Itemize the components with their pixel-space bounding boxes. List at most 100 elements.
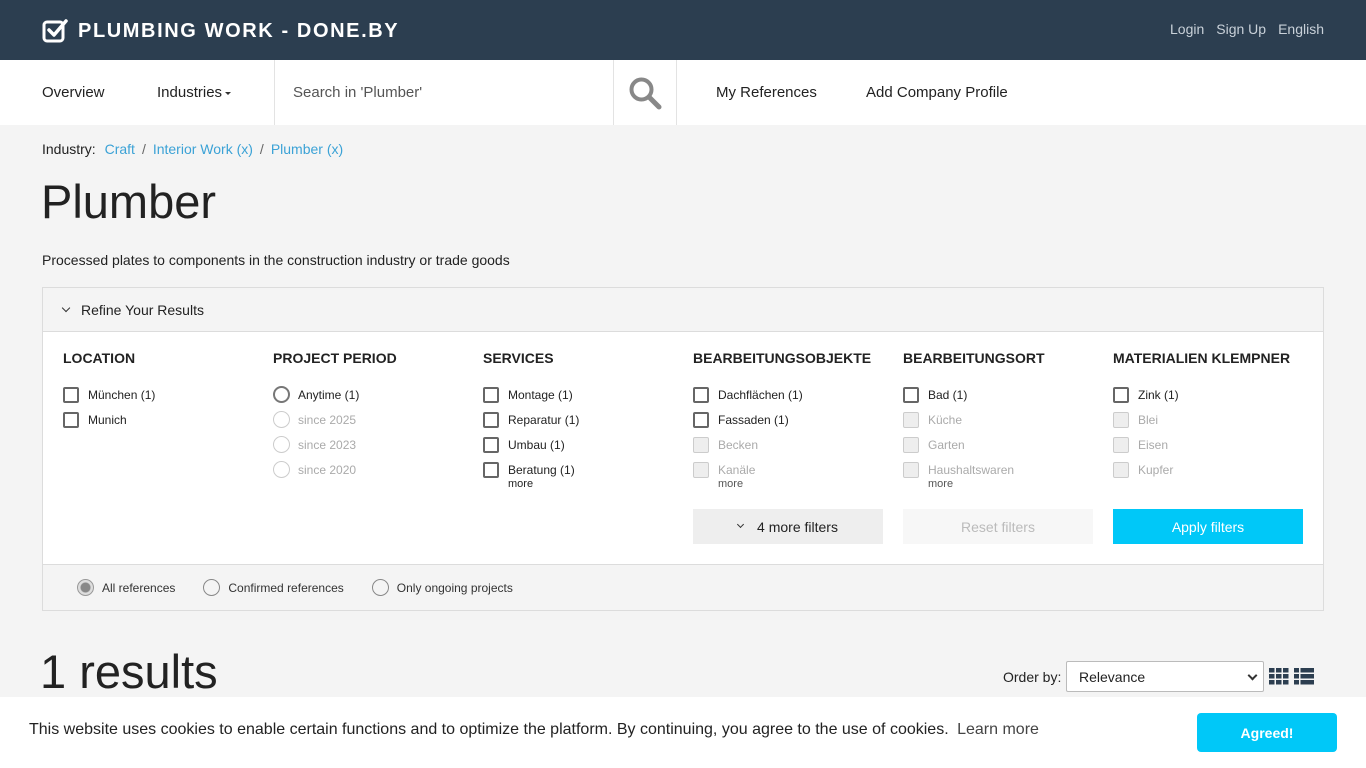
filter-option: since 2020 [273, 457, 463, 482]
filter-option[interactable]: München (1) [63, 382, 253, 407]
breadcrumb-plumber[interactable]: Plumber (x) [271, 141, 343, 157]
check-square-icon [42, 19, 68, 43]
checkbox[interactable] [693, 411, 709, 428]
filter-option: Blei [1113, 407, 1303, 432]
reference-option-all[interactable]: All references [77, 579, 175, 596]
more-link[interactable]: more [718, 478, 883, 490]
filter-bearbeitungsobjekte: BEARBEITUNGSOBJEKTE Dachflächen (1) Fass… [693, 350, 883, 490]
checkbox[interactable] [483, 386, 499, 403]
chevron-down-icon [61, 303, 71, 312]
breadcrumb: Industry: Craft / Interior Work (x) / Plumbe… [42, 141, 343, 157]
cookie-message: This website uses cookies to enable cert… [29, 721, 1039, 739]
option-label: Umbau (1) [508, 437, 565, 452]
search-input[interactable] [275, 60, 613, 125]
option-label: München (1) [88, 387, 156, 402]
checkbox[interactable] [1113, 386, 1129, 403]
checkbox[interactable] [903, 386, 919, 403]
checkbox [693, 436, 709, 453]
filter-title: LOCATION [63, 350, 136, 366]
filter-option[interactable]: Dachflächen (1) [693, 382, 883, 407]
more-link[interactable]: more [508, 478, 673, 490]
option-label: Zink (1) [1138, 387, 1179, 402]
checkbox[interactable] [693, 386, 709, 403]
breadcrumb-interior-work[interactable]: Interior Work (x) [153, 141, 253, 157]
option-label: Kupfer [1138, 462, 1174, 477]
checkbox [1113, 461, 1129, 478]
signup-link[interactable]: Sign Up [1216, 21, 1266, 37]
radio [273, 436, 290, 453]
radio[interactable] [371, 579, 389, 596]
option-label: since 2025 [298, 412, 357, 427]
option-label: since 2020 [298, 462, 357, 477]
order-select[interactable]: Relevance [1066, 661, 1264, 692]
checkbox[interactable] [483, 411, 499, 428]
option-label: Reparatur (1) [508, 412, 580, 427]
radio [273, 461, 290, 478]
learn-more-link[interactable]: Learn more [957, 721, 1039, 738]
page-description: Processed plates to components in the co… [42, 252, 510, 268]
filter-option: since 2023 [273, 432, 463, 457]
apply-filters-button[interactable]: Apply filters [1113, 509, 1303, 544]
checkbox [903, 411, 919, 428]
list-view-icon[interactable] [1294, 668, 1314, 685]
nav-industries[interactable]: Industries [157, 84, 232, 101]
checkbox [903, 436, 919, 453]
order-value: Relevance [1079, 668, 1146, 685]
filter-option[interactable]: Zink (1) [1113, 382, 1303, 407]
option-label: Garten [928, 437, 965, 452]
checkbox[interactable] [483, 436, 499, 453]
breadcrumb-label: Industry: [42, 141, 96, 157]
option-label: Only ongoing projects [396, 580, 513, 595]
breadcrumb-separator: / [141, 141, 146, 157]
nav-overview[interactable]: Overview [42, 84, 105, 101]
filter-option[interactable]: Bad (1) [903, 382, 1093, 407]
filter-bearbeitungsort: BEARBEITUNGSORT Bad (1) Küche Garten Hau… [903, 350, 1093, 490]
checkbox [693, 461, 709, 478]
filter-title: BEARBEITUNGSOBJEKTE [693, 350, 872, 366]
option-label: Confirmed references [228, 580, 344, 595]
filter-title: SERVICES [483, 350, 554, 366]
cookie-accept-button[interactable]: Agreed! [1197, 713, 1337, 752]
search-icon [629, 77, 662, 109]
more-filters-button[interactable]: 4 more filters [693, 509, 883, 544]
search-box [274, 60, 614, 125]
checkbox[interactable] [483, 461, 499, 478]
filter-location: LOCATION München (1) Munich [63, 350, 253, 432]
option-label: All references [102, 580, 176, 595]
radio[interactable] [203, 579, 221, 596]
checkbox[interactable] [63, 411, 79, 428]
nav-add-company[interactable]: Add Company Profile [866, 84, 1008, 101]
option-label: Kanäle [718, 462, 756, 477]
filter-services: SERVICES Montage (1) Reparatur (1) Umbau… [483, 350, 673, 490]
nav-industries-label: Industries [157, 84, 223, 101]
filter-option[interactable]: Fassaden (1) [693, 407, 883, 432]
filter-option[interactable]: Anytime (1) [273, 382, 463, 407]
more-link[interactable]: more [928, 478, 1093, 490]
reference-option-confirmed[interactable]: Confirmed references [203, 579, 344, 596]
search-button[interactable] [614, 60, 677, 125]
refine-toggle[interactable]: Refine Your Results [43, 288, 1323, 332]
grid-view-icon[interactable] [1269, 668, 1289, 685]
filter-option[interactable]: Munich [63, 407, 253, 432]
filter-option[interactable]: Umbau (1) [483, 432, 673, 457]
option-label: since 2023 [298, 437, 357, 452]
radio-selected[interactable] [77, 579, 94, 596]
login-link[interactable]: Login [1170, 21, 1204, 37]
filter-option[interactable]: Montage (1) [483, 382, 673, 407]
reference-option-ongoing[interactable]: Only ongoing projects [371, 579, 513, 596]
radio[interactable] [273, 386, 290, 403]
filter-title: BEARBEITUNGSORT [903, 350, 1045, 366]
breadcrumb-craft[interactable]: Craft [105, 141, 135, 157]
language-link[interactable]: English [1278, 21, 1324, 37]
filter-materialien: MATERIALIEN KLEMPNER Zink (1) Blei Eisen… [1113, 350, 1303, 482]
filter-option: Küche [903, 407, 1093, 432]
filter-option[interactable]: Reparatur (1) [483, 407, 673, 432]
brand-title: PLUMBING WORK - DONE.BY [78, 19, 400, 42]
reset-filters-button[interactable]: Reset filters [903, 509, 1093, 544]
radio [273, 411, 290, 428]
brand-logo[interactable]: PLUMBING WORK - DONE.BY [42, 18, 399, 44]
filter-option: Becken [693, 432, 883, 457]
checkbox[interactable] [63, 386, 79, 403]
nav-my-references[interactable]: My References [716, 84, 817, 101]
option-label: Küche [928, 412, 963, 427]
